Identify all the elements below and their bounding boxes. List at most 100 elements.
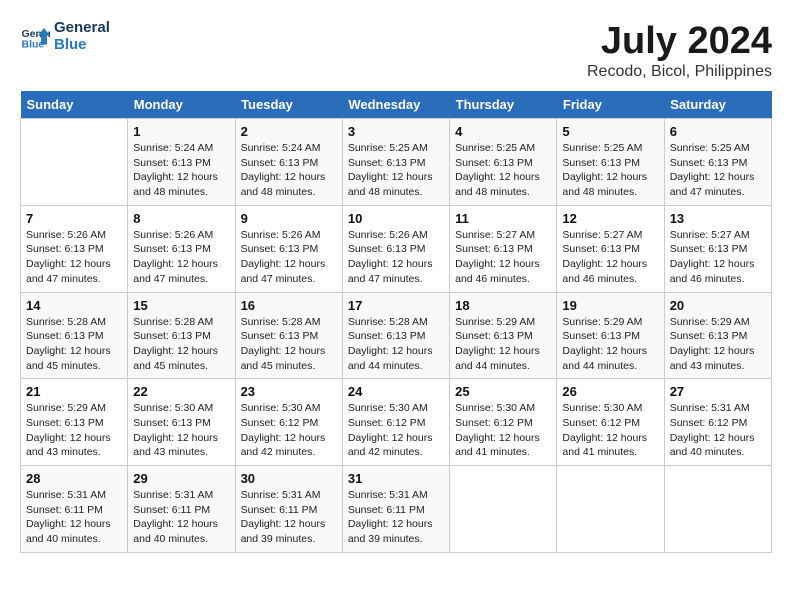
- week-row-5: 28Sunrise: 5:31 AM Sunset: 6:11 PM Dayli…: [21, 466, 772, 553]
- calendar-cell: [664, 466, 771, 553]
- day-info: Sunrise: 5:29 AM Sunset: 6:13 PM Dayligh…: [562, 315, 658, 374]
- day-info: Sunrise: 5:31 AM Sunset: 6:11 PM Dayligh…: [348, 488, 444, 547]
- calendar-table: SundayMondayTuesdayWednesdayThursdayFrid…: [20, 91, 772, 553]
- day-info: Sunrise: 5:28 AM Sunset: 6:13 PM Dayligh…: [133, 315, 229, 374]
- day-info: Sunrise: 5:30 AM Sunset: 6:12 PM Dayligh…: [348, 401, 444, 460]
- calendar-cell: 9Sunrise: 5:26 AM Sunset: 6:13 PM Daylig…: [235, 205, 342, 292]
- week-row-3: 14 Sunrise: 5:28 AM Sunset: 6:13 PM Dayli…: [21, 292, 772, 379]
- day-number: 10: [348, 211, 444, 226]
- day-number: 14: [26, 298, 122, 313]
- day-info: Sunrise: 5:27 AM Sunset: 6:13 PM Dayligh…: [455, 228, 551, 287]
- weekday-header-row: SundayMondayTuesdayWednesdayThursdayFrid…: [21, 91, 772, 119]
- day-info: Sunrise: 5:24 AM Sunset: 6:13 PM Dayligh…: [241, 141, 337, 200]
- day-number: 7: [26, 211, 122, 226]
- day-number: 11: [455, 211, 551, 226]
- day-info: Sunrise: 5:30 AM Sunset: 6:12 PM Dayligh…: [562, 401, 658, 460]
- calendar-cell: 12 Sunrise: 5:27 AM Sunset: 6:13 PM Dayli…: [557, 205, 664, 292]
- day-info: Sunrise: 5:25 AM Sunset: 6:13 PM Dayligh…: [455, 141, 551, 200]
- day-info: Sunrise: 5:29 AM Sunset: 6:13 PM Dayligh…: [455, 315, 551, 374]
- day-info: Sunrise: 5:31 AM Sunset: 6:11 PM Dayligh…: [241, 488, 337, 547]
- calendar-cell: [450, 466, 557, 553]
- calendar-cell: 31Sunrise: 5:31 AM Sunset: 6:11 PM Dayli…: [342, 466, 449, 553]
- week-row-1: 1Sunrise: 5:24 AM Sunset: 6:13 PM Daylig…: [21, 119, 772, 206]
- svg-text:Blue: Blue: [22, 38, 45, 50]
- day-info: Sunrise: 5:25 AM Sunset: 6:13 PM Dayligh…: [348, 141, 444, 200]
- logo: General Blue General Blue: [20, 20, 110, 53]
- day-number: 27: [670, 384, 766, 399]
- day-number: 6: [670, 124, 766, 139]
- calendar-cell: 14 Sunrise: 5:28 AM Sunset: 6:13 PM Dayli…: [21, 292, 128, 379]
- weekday-header-saturday: Saturday: [664, 91, 771, 119]
- calendar-cell: 5Sunrise: 5:25 AM Sunset: 6:13 PM Daylig…: [557, 119, 664, 206]
- day-info: Sunrise: 5:30 AM Sunset: 6:13 PM Dayligh…: [133, 401, 229, 460]
- header: General Blue General Blue July 2024 Reco…: [20, 20, 772, 81]
- day-number: 16: [241, 298, 337, 313]
- logo-icon: General Blue: [20, 22, 50, 52]
- weekday-header-wednesday: Wednesday: [342, 91, 449, 119]
- day-number: 24: [348, 384, 444, 399]
- calendar-cell: 21 Sunrise: 5:29 AM Sunset: 6:13 PM Dayli…: [21, 379, 128, 466]
- logo-general: General: [54, 20, 110, 37]
- day-info: Sunrise: 5:31 AM Sunset: 6:12 PM Dayligh…: [670, 401, 766, 460]
- calendar-cell: 2 Sunrise: 5:24 AM Sunset: 6:13 PM Daylig…: [235, 119, 342, 206]
- logo-blue: Blue: [54, 37, 110, 54]
- day-number: 8: [133, 211, 229, 226]
- weekday-header-sunday: Sunday: [21, 91, 128, 119]
- day-info: Sunrise: 5:28 AM Sunset: 6:13 PM Dayligh…: [26, 315, 122, 374]
- calendar-cell: 22 Sunrise: 5:30 AM Sunset: 6:13 PM Dayli…: [128, 379, 235, 466]
- calendar-cell: 1Sunrise: 5:24 AM Sunset: 6:13 PM Daylig…: [128, 119, 235, 206]
- calendar-cell: 11 Sunrise: 5:27 AM Sunset: 6:13 PM Dayli…: [450, 205, 557, 292]
- day-info: Sunrise: 5:27 AM Sunset: 6:13 PM Dayligh…: [562, 228, 658, 287]
- day-info: Sunrise: 5:26 AM Sunset: 6:13 PM Dayligh…: [348, 228, 444, 287]
- calendar-cell: [557, 466, 664, 553]
- calendar-cell: 19 Sunrise: 5:29 AM Sunset: 6:13 PM Dayli…: [557, 292, 664, 379]
- day-number: 12: [562, 211, 658, 226]
- calendar-cell: 4 Sunrise: 5:25 AM Sunset: 6:13 PM Daylig…: [450, 119, 557, 206]
- day-info: Sunrise: 5:24 AM Sunset: 6:13 PM Dayligh…: [133, 141, 229, 200]
- calendar-cell: 20 Sunrise: 5:29 AM Sunset: 6:13 PM Dayli…: [664, 292, 771, 379]
- day-number: 30: [241, 471, 337, 486]
- day-number: 17: [348, 298, 444, 313]
- month-year-title: July 2024: [587, 20, 772, 63]
- day-info: Sunrise: 5:26 AM Sunset: 6:13 PM Dayligh…: [26, 228, 122, 287]
- day-info: Sunrise: 5:29 AM Sunset: 6:13 PM Dayligh…: [26, 401, 122, 460]
- calendar-cell: 6 Sunrise: 5:25 AM Sunset: 6:13 PM Daylig…: [664, 119, 771, 206]
- day-number: 4: [455, 124, 551, 139]
- day-info: Sunrise: 5:25 AM Sunset: 6:13 PM Dayligh…: [670, 141, 766, 200]
- day-number: 21: [26, 384, 122, 399]
- calendar-cell: 17 Sunrise: 5:28 AM Sunset: 6:13 PM Dayli…: [342, 292, 449, 379]
- calendar-cell: 16 Sunrise: 5:28 AM Sunset: 6:13 PM Dayli…: [235, 292, 342, 379]
- week-row-2: 7 Sunrise: 5:26 AM Sunset: 6:13 PM Daylig…: [21, 205, 772, 292]
- calendar-cell: 7 Sunrise: 5:26 AM Sunset: 6:13 PM Daylig…: [21, 205, 128, 292]
- day-number: 5: [562, 124, 658, 139]
- day-number: 26: [562, 384, 658, 399]
- day-info: Sunrise: 5:30 AM Sunset: 6:12 PM Dayligh…: [241, 401, 337, 460]
- calendar-cell: 26 Sunrise: 5:30 AM Sunset: 6:12 PM Dayli…: [557, 379, 664, 466]
- calendar-cell: 18Sunrise: 5:29 AM Sunset: 6:13 PM Dayli…: [450, 292, 557, 379]
- day-number: 3: [348, 124, 444, 139]
- day-info: Sunrise: 5:27 AM Sunset: 6:13 PM Dayligh…: [670, 228, 766, 287]
- day-number: 15: [133, 298, 229, 313]
- day-number: 2: [241, 124, 337, 139]
- day-number: 9: [241, 211, 337, 226]
- day-info: Sunrise: 5:31 AM Sunset: 6:11 PM Dayligh…: [133, 488, 229, 547]
- calendar-cell: 13Sunrise: 5:27 AM Sunset: 6:13 PM Dayli…: [664, 205, 771, 292]
- calendar-cell: 29Sunrise: 5:31 AM Sunset: 6:11 PM Dayli…: [128, 466, 235, 553]
- day-number: 25: [455, 384, 551, 399]
- day-info: Sunrise: 5:31 AM Sunset: 6:11 PM Dayligh…: [26, 488, 122, 547]
- calendar-cell: 28Sunrise: 5:31 AM Sunset: 6:11 PM Dayli…: [21, 466, 128, 553]
- calendar-cell: 24 Sunrise: 5:30 AM Sunset: 6:12 PM Dayli…: [342, 379, 449, 466]
- day-info: Sunrise: 5:29 AM Sunset: 6:13 PM Dayligh…: [670, 315, 766, 374]
- day-number: 19: [562, 298, 658, 313]
- day-info: Sunrise: 5:28 AM Sunset: 6:13 PM Dayligh…: [241, 315, 337, 374]
- calendar-cell: 8 Sunrise: 5:26 AM Sunset: 6:13 PM Daylig…: [128, 205, 235, 292]
- day-number: 20: [670, 298, 766, 313]
- calendar-cell: [21, 119, 128, 206]
- calendar-cell: 10 Sunrise: 5:26 AM Sunset: 6:13 PM Dayli…: [342, 205, 449, 292]
- calendar-cell: 27 Sunrise: 5:31 AM Sunset: 6:12 PM Dayli…: [664, 379, 771, 466]
- calendar-cell: 30 Sunrise: 5:31 AM Sunset: 6:11 PM Dayli…: [235, 466, 342, 553]
- week-row-4: 21 Sunrise: 5:29 AM Sunset: 6:13 PM Dayli…: [21, 379, 772, 466]
- day-info: Sunrise: 5:26 AM Sunset: 6:13 PM Dayligh…: [133, 228, 229, 287]
- day-number: 22: [133, 384, 229, 399]
- day-info: Sunrise: 5:28 AM Sunset: 6:13 PM Dayligh…: [348, 315, 444, 374]
